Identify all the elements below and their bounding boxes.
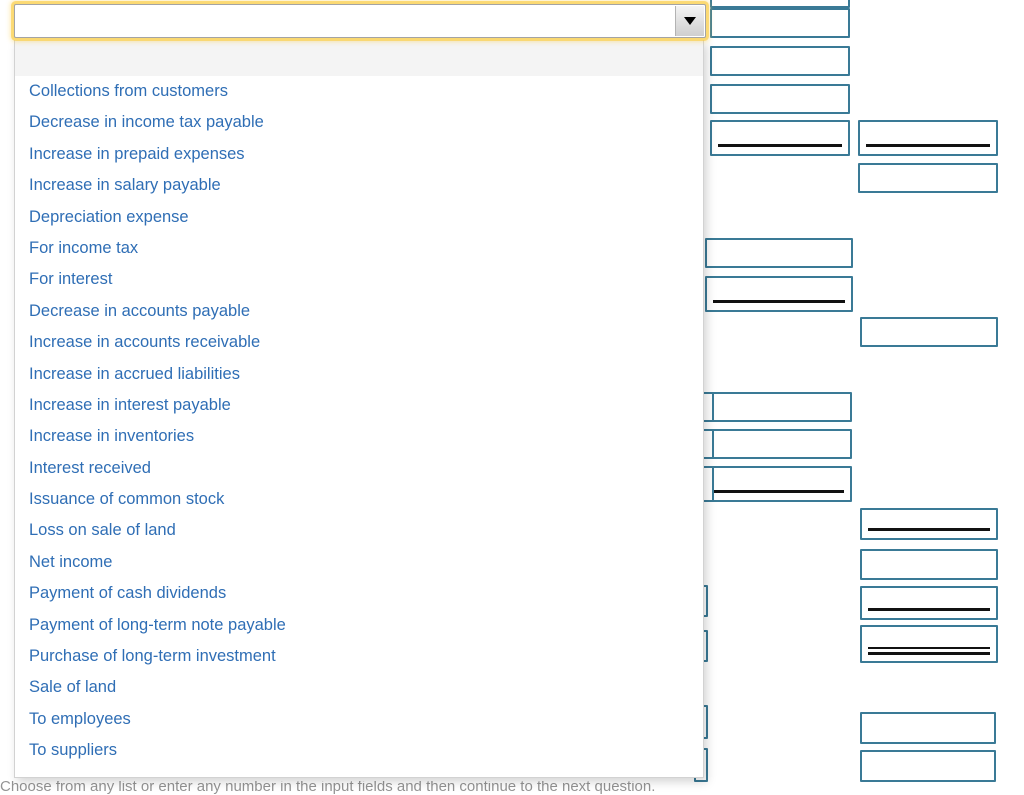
- subtotal-rule: [713, 300, 845, 303]
- amount-box-col2-row4-total[interactable]: [858, 120, 998, 156]
- dropdown-option[interactable]: For income tax: [15, 233, 703, 264]
- amount-box-col2-row15-grand[interactable]: [860, 625, 998, 663]
- amount-box-col1-row10[interactable]: [706, 429, 852, 459]
- chevron-down-glyph: [684, 17, 696, 25]
- dropdown-option[interactable]: Purchase of long-term investment: [15, 641, 703, 672]
- subtotal-rule: [868, 528, 990, 531]
- amount-box-col1-row1[interactable]: [710, 8, 850, 38]
- grand-total-rule-bottom: [868, 652, 990, 655]
- dropdown-option[interactable]: Interest received: [15, 453, 703, 484]
- dropdown-option[interactable]: Collections from customers: [15, 76, 703, 107]
- amount-box-col2-row5[interactable]: [858, 163, 998, 193]
- dropdown-option[interactable]: Net income: [15, 547, 703, 578]
- amount-box-col2-row16[interactable]: [860, 712, 996, 744]
- combobox-field[interactable]: [14, 4, 706, 38]
- amount-box-col2-row17-cut[interactable]: [860, 750, 996, 782]
- amount-box-col1-row11-total[interactable]: [706, 466, 852, 502]
- footer-instruction-cutoff: Choose from any list or enter any number…: [0, 781, 1024, 795]
- dropdown-option[interactable]: Increase in accounts receivable: [15, 327, 703, 358]
- dropdown-option[interactable]: Decrease in accounts payable: [15, 296, 703, 327]
- subtotal-rule: [718, 144, 842, 147]
- amount-box-col1-row0-partial[interactable]: [710, 0, 850, 8]
- chevron-down-icon[interactable]: [675, 6, 704, 36]
- amount-box-col2-row8[interactable]: [860, 317, 998, 347]
- dropdown-option[interactable]: Sale of land: [15, 672, 703, 703]
- dropdown-option[interactable]: Increase in inventories: [15, 421, 703, 452]
- dropdown-option[interactable]: To suppliers: [15, 735, 703, 766]
- dropdown-option[interactable]: Increase in interest payable: [15, 390, 703, 421]
- amount-box-col1-row6[interactable]: [705, 238, 853, 268]
- dropdown-option[interactable]: Depreciation expense: [15, 202, 703, 233]
- dropdown-option[interactable]: To employees: [15, 704, 703, 735]
- account-title-combobox[interactable]: [14, 4, 706, 38]
- amount-box-col1-row2[interactable]: [710, 46, 850, 76]
- dropdown-option[interactable]: Payment of long-term note payable: [15, 610, 703, 641]
- footer-instruction-text: Choose from any list or enter any number…: [0, 781, 656, 795]
- grand-total-rule-top: [868, 647, 990, 649]
- subtotal-rule: [714, 490, 844, 493]
- dropdown-option[interactable]: Increase in prepaid expenses: [15, 139, 703, 170]
- dropdown-option[interactable]: Issuance of common stock: [15, 484, 703, 515]
- subtotal-rule: [866, 144, 990, 147]
- dropdown-option[interactable]: Increase in accrued liabilities: [15, 359, 703, 390]
- amount-box-col2-row14-total[interactable]: [860, 586, 998, 620]
- dropdown-option[interactable]: Payment of cash dividends: [15, 578, 703, 609]
- amount-box-col2-row13[interactable]: [860, 549, 998, 580]
- amount-box-col2-row12-total[interactable]: [860, 508, 998, 540]
- amount-box-col1-row4-total[interactable]: [710, 120, 850, 156]
- amount-box-col1-row9[interactable]: [706, 392, 852, 422]
- dropdown-option[interactable]: For interest: [15, 264, 703, 295]
- dropdown-option[interactable]: Increase in salary payable: [15, 170, 703, 201]
- amount-box-col1-row7-total[interactable]: [705, 276, 853, 312]
- dropdown-option[interactable]: Loss on sale of land: [15, 515, 703, 546]
- dropdown-option-list[interactable]: Collections from customers Decrease in in…: [14, 40, 704, 778]
- dropdown-option[interactable]: Decrease in income tax payable: [15, 107, 703, 138]
- amount-box-col1-row3[interactable]: [710, 84, 850, 114]
- dropdown-option-blank[interactable]: [15, 40, 703, 76]
- subtotal-rule: [868, 608, 990, 611]
